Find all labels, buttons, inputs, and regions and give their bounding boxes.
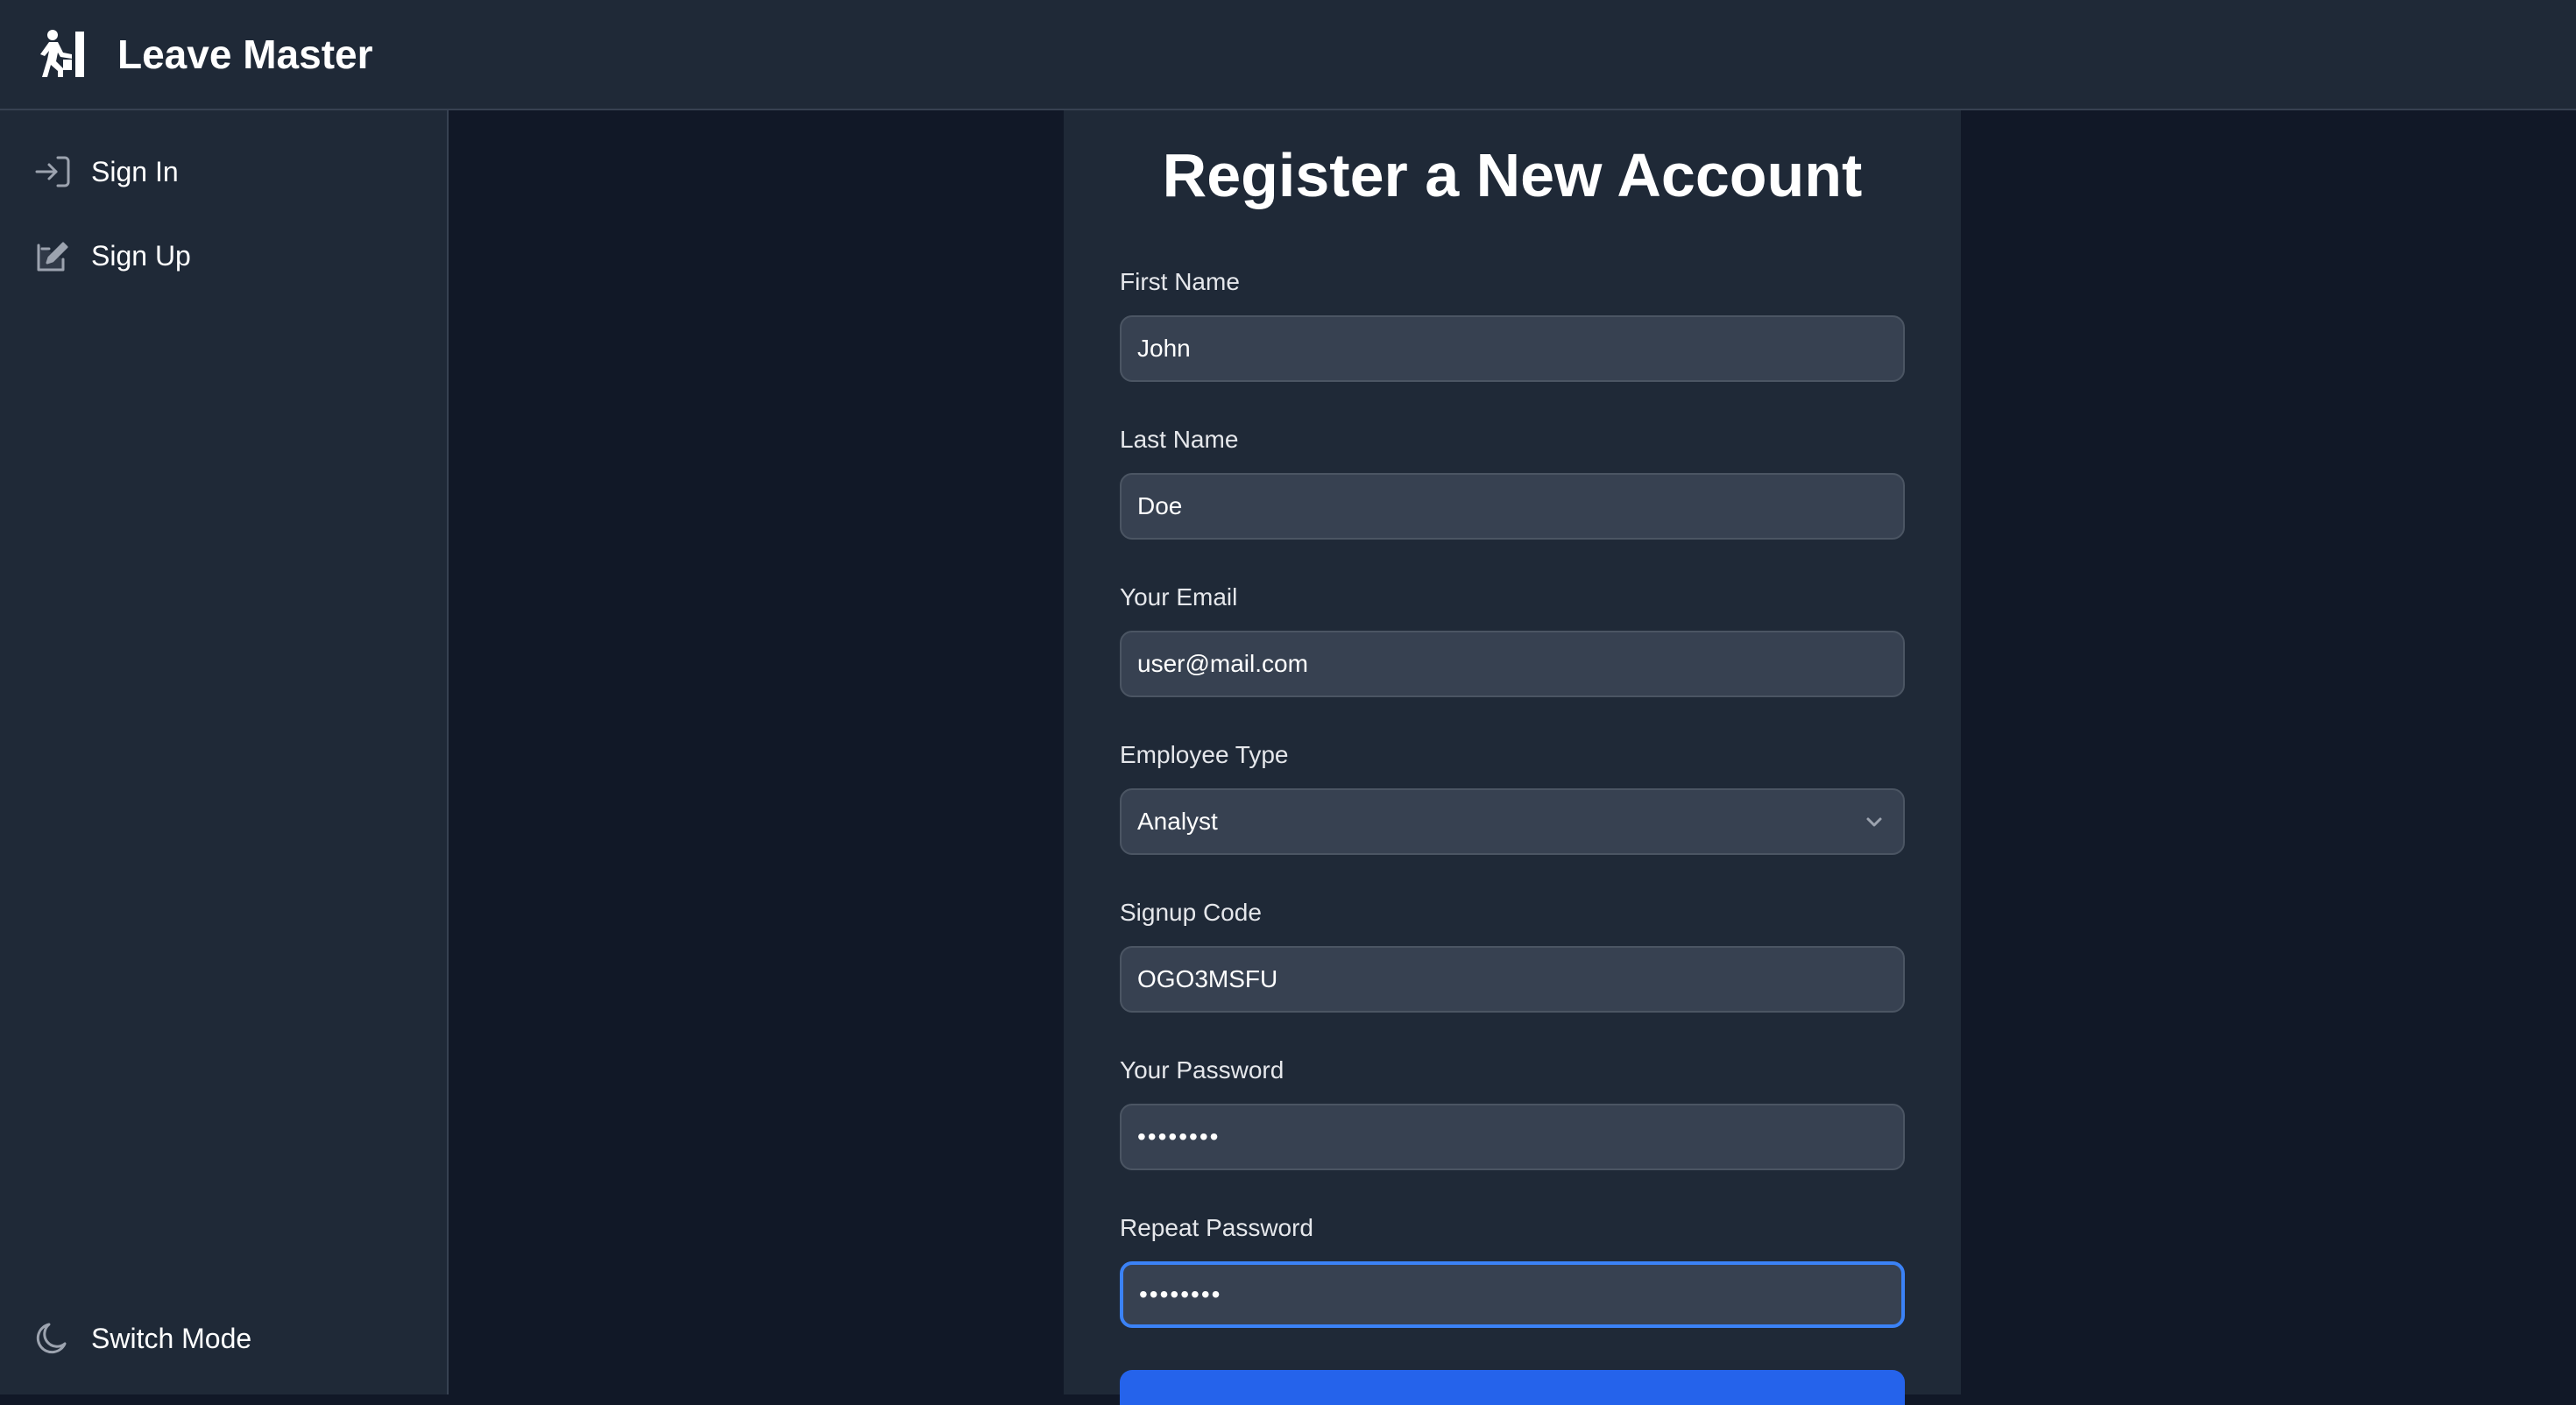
first-name-input[interactable]: John: [1120, 315, 1905, 382]
switch-mode-label: Switch Mode: [91, 1322, 252, 1354]
email-label: Your Email: [1120, 583, 1238, 611]
repeat-password-value: ••••••••: [1139, 1281, 1222, 1308]
last-name-value: Doe: [1137, 492, 1183, 519]
sidebar-item-sign-in[interactable]: Sign In: [33, 145, 179, 198]
employee-type-select[interactable]: Analyst: [1120, 788, 1905, 855]
last-name-label: Last Name: [1120, 426, 1239, 453]
sidebar: Sign In Sign Up Switch Mode: [0, 110, 449, 1394]
employee-type-label: Employee Type: [1120, 741, 1289, 768]
top-bar: Leave Master: [0, 0, 2576, 110]
last-name-field: Last Name Doe: [1120, 424, 1905, 540]
password-field: Your Password ••••••••: [1120, 1055, 1905, 1170]
repeat-password-label: Repeat Password: [1120, 1214, 1314, 1241]
repeat-password-field: Repeat Password ••••••••: [1120, 1212, 1905, 1328]
signup-code-value: OGO3MSFU: [1137, 965, 1278, 992]
page-title: Register a New Account: [1162, 141, 1863, 209]
register-form-card: Register a New Account First Name John L…: [1064, 110, 1961, 1405]
sidebar-item-sign-up[interactable]: Sign Up: [33, 229, 191, 282]
chevron-down-icon: [1861, 808, 1887, 835]
leave-master-logo-icon: [37, 28, 89, 81]
last-name-input[interactable]: Doe: [1120, 473, 1905, 540]
repeat-password-input[interactable]: ••••••••: [1120, 1261, 1905, 1328]
switch-mode-button[interactable]: Switch Mode: [33, 1312, 251, 1365]
signup-code-field: Signup Code OGO3MSFU: [1120, 897, 1905, 1013]
sidebar-item-label: Sign Up: [91, 239, 191, 272]
password-label: Your Password: [1120, 1056, 1284, 1084]
password-input[interactable]: ••••••••: [1120, 1104, 1905, 1170]
email-value: user@mail.com: [1137, 650, 1308, 677]
moon-icon: [33, 1319, 72, 1358]
email-input[interactable]: user@mail.com: [1120, 631, 1905, 697]
password-value: ••••••••: [1137, 1123, 1221, 1150]
register-button[interactable]: [1120, 1370, 1905, 1405]
first-name-value: John: [1137, 335, 1191, 362]
app-title[interactable]: Leave Master: [117, 31, 373, 78]
first-name-field: First Name John: [1120, 266, 1905, 382]
sidebar-item-label: Sign In: [91, 155, 179, 187]
employee-type-field: Employee Type Analyst: [1120, 739, 1905, 855]
sign-up-icon: [33, 237, 72, 275]
first-name-label: First Name: [1120, 268, 1240, 295]
signup-code-input[interactable]: OGO3MSFU: [1120, 946, 1905, 1013]
email-field: Your Email user@mail.com: [1120, 582, 1905, 697]
sign-in-icon: [33, 152, 72, 191]
employee-type-value: Analyst: [1137, 808, 1218, 835]
signup-code-label: Signup Code: [1120, 899, 1262, 926]
